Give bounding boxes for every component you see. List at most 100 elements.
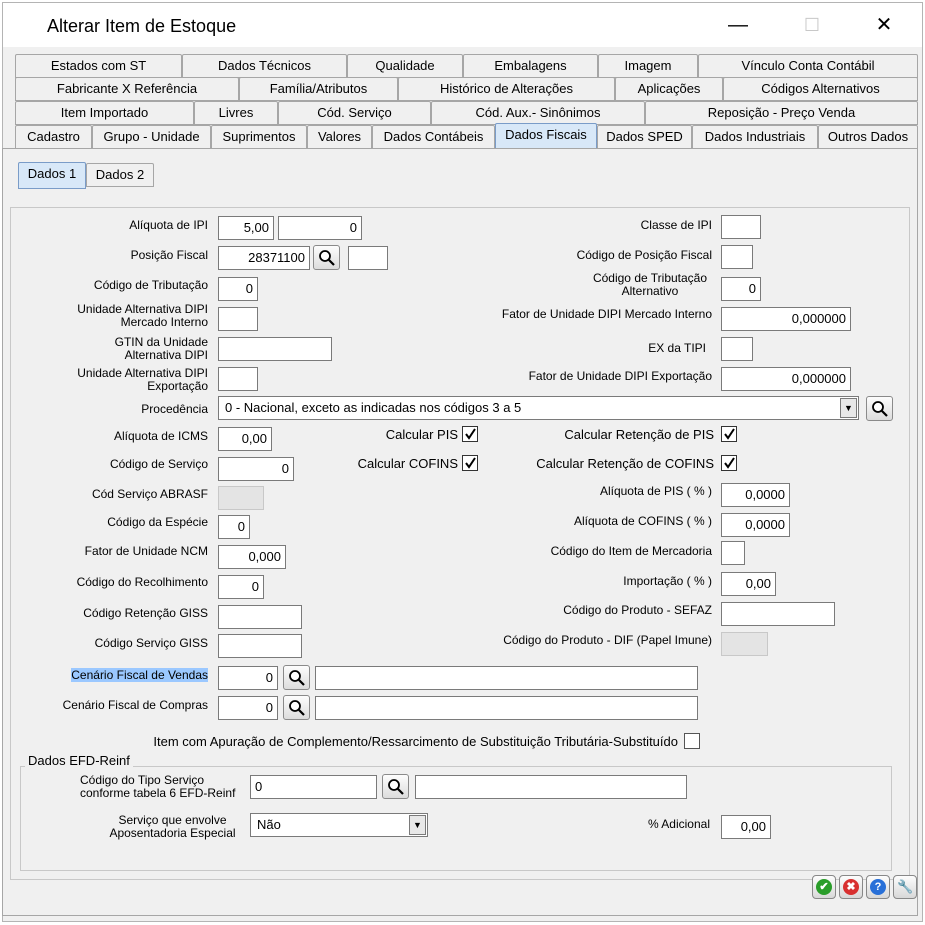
calcular-retencao-cofins-checkbox[interactable] xyxy=(721,455,737,471)
tab-cod-servico[interactable]: Cód. Serviço xyxy=(278,101,431,125)
procedencia-search-button[interactable] xyxy=(866,396,893,421)
codigo-tipo-servico-search-button[interactable] xyxy=(382,774,409,799)
codigo-servico-giss-field[interactable] xyxy=(218,634,302,658)
subtab-dados-1[interactable]: Dados 1 xyxy=(18,162,86,189)
codigo-tributacao-field[interactable]: 0 xyxy=(218,277,258,301)
ok-button[interactable]: ✔ xyxy=(812,875,836,899)
check-icon: ✔ xyxy=(816,879,832,895)
tools-button[interactable]: 🔧 xyxy=(893,875,917,899)
codigo-servico-field[interactable]: 0 xyxy=(218,457,294,481)
tab-codigos-alternativos[interactable]: Códigos Alternativos xyxy=(723,77,918,101)
tab-historico-alteracoes[interactable]: Histórico de Alterações xyxy=(398,77,615,101)
posicao-fiscal-extra-field[interactable] xyxy=(348,246,388,270)
fator-unidade-ncm-field[interactable]: 0,000 xyxy=(218,545,286,569)
codigo-produto-sefaz-field[interactable] xyxy=(721,602,835,626)
tab-dados-sped[interactable]: Dados SPED xyxy=(597,125,692,149)
aliquota-pis-field[interactable]: 0,0000 xyxy=(721,483,790,507)
window-title: Alterar Item de Estoque xyxy=(47,16,237,36)
adicional-field[interactable]: 0,00 xyxy=(721,815,771,839)
subtab-dados-2[interactable]: Dados 2 xyxy=(86,163,154,187)
cenario-compras-search-button[interactable] xyxy=(283,695,310,720)
cenario-compras-field[interactable]: 0 xyxy=(218,696,278,720)
cenario-vendas-field[interactable]: 0 xyxy=(218,666,278,690)
classe-ipi-label: Classe de IPI xyxy=(640,218,712,232)
cenario-vendas-search-button[interactable] xyxy=(283,665,310,690)
aliquota-ipi-field[interactable]: 5,00 xyxy=(218,216,274,240)
importacao-label: Importação ( % ) xyxy=(623,574,712,588)
ex-tipi-field[interactable] xyxy=(721,337,753,361)
servico-aposentadoria-select[interactable]: Não ▼ xyxy=(250,813,428,837)
cenario-compras-desc-field[interactable] xyxy=(315,696,698,720)
maximize-button: ☐ xyxy=(803,15,821,35)
search-icon xyxy=(319,250,335,266)
cenario-vendas-desc-field[interactable] xyxy=(315,666,698,690)
importacao-field[interactable]: 0,00 xyxy=(721,572,776,596)
cenario-vendas-label: Cenário Fiscal de Vendas xyxy=(68,668,208,682)
posicao-fiscal-field[interactable]: 28371100 xyxy=(218,246,310,270)
posicao-fiscal-search-button[interactable] xyxy=(313,245,340,270)
tab-dados-fiscais[interactable]: Dados Fiscais xyxy=(495,123,597,150)
checkmark-icon xyxy=(724,428,735,440)
minimize-button[interactable]: — xyxy=(715,7,761,43)
tab-outros-dados[interactable]: Outros Dados xyxy=(818,125,918,149)
search-icon xyxy=(872,401,888,417)
fator-unidade-ncm-label: Fator de Unidade NCM xyxy=(84,544,208,558)
tab-item-importado[interactable]: Item Importado xyxy=(15,101,194,125)
tab-vinculo-conta-contabil[interactable]: Vínculo Conta Contábil xyxy=(698,54,918,78)
tab-embalagens[interactable]: Embalagens xyxy=(463,54,598,78)
tab-grupo-unidade[interactable]: Grupo - Unidade xyxy=(92,125,211,149)
gtin-unidade-alt-field[interactable] xyxy=(218,337,332,361)
codigo-tributacao-alt-label: Código de Tributação Alternativo xyxy=(592,271,708,298)
codigo-tributacao-label: Código de Tributação xyxy=(93,278,208,292)
codigo-posicao-fiscal-field[interactable] xyxy=(721,245,753,269)
tab-dados-industriais[interactable]: Dados Industriais xyxy=(692,125,818,149)
cancel-button[interactable]: ✖ xyxy=(839,875,863,899)
codigo-item-mercadoria-field[interactable] xyxy=(721,541,745,565)
codigo-tributacao-alt-field[interactable]: 0 xyxy=(721,277,761,301)
calcular-cofins-checkbox[interactable] xyxy=(462,455,478,471)
fator-unidade-dipi-exp-field[interactable]: 0,000000 xyxy=(721,367,851,391)
fator-unidade-dipi-mi-field[interactable]: 0,000000 xyxy=(721,307,851,331)
gtin-unidade-alt-label: GTIN da Unidade Alternativa DIPI xyxy=(114,335,208,362)
close-button[interactable]: ✕ xyxy=(861,7,907,43)
tab-qualidade[interactable]: Qualidade xyxy=(347,54,463,78)
checkmark-icon xyxy=(724,457,735,469)
tab-familia-atributos[interactable]: Família/Atributos xyxy=(239,77,398,101)
tab-suprimentos[interactable]: Suprimentos xyxy=(211,125,307,149)
aliquota-icms-field[interactable]: 0,00 xyxy=(218,427,272,451)
aliquota-cofins-field[interactable]: 0,0000 xyxy=(721,513,790,537)
tab-dados-contabeis[interactable]: Dados Contábeis xyxy=(372,125,495,149)
tab-cadastro[interactable]: Cadastro xyxy=(15,125,92,149)
item-apuracao-checkbox[interactable] xyxy=(684,733,700,749)
tab-fabricante-referencia[interactable]: Fabricante X Referência xyxy=(15,77,239,101)
unidade-alt-dipi-mi-field[interactable] xyxy=(218,307,258,331)
tab-estados-com-st[interactable]: Estados com ST xyxy=(15,54,182,78)
help-button[interactable]: ? xyxy=(866,875,890,899)
codigo-tipo-servico-desc-field[interactable] xyxy=(415,775,687,799)
codigo-servico-giss-label: Código Serviço GISS xyxy=(94,636,208,650)
unidade-alt-dipi-exp-field[interactable] xyxy=(218,367,258,391)
codigo-retencao-giss-field[interactable] xyxy=(218,605,302,629)
codigo-item-mercadoria-label: Código do Item de Mercadoria xyxy=(550,544,712,558)
aliquota-ipi-field-2[interactable]: 0 xyxy=(278,216,362,240)
procedencia-select[interactable]: 0 - Nacional, exceto as indicadas nos có… xyxy=(218,396,859,420)
codigo-tipo-servico-field[interactable]: 0 xyxy=(250,775,377,799)
tab-dados-tecnicos[interactable]: Dados Técnicos xyxy=(182,54,347,78)
tab-valores[interactable]: Valores xyxy=(307,125,372,149)
search-icon xyxy=(388,779,404,795)
calcular-retencao-pis-checkbox[interactable] xyxy=(721,426,737,442)
tab-reposicao-preco-venda[interactable]: Reposição - Preço Venda xyxy=(645,101,918,125)
aliquota-pis-label: Alíquota de PIS ( % ) xyxy=(599,484,712,498)
cod-servico-abrasf-label: Cód Serviço ABRASF xyxy=(91,487,208,501)
codigo-recolhimento-field[interactable]: 0 xyxy=(218,575,264,599)
tab-livres[interactable]: Livres xyxy=(194,101,278,125)
tab-imagem[interactable]: Imagem xyxy=(598,54,698,78)
classe-ipi-field[interactable] xyxy=(721,215,761,239)
tab-aplicacoes[interactable]: Aplicações xyxy=(615,77,723,101)
tab-cod-aux-sinonimos[interactable]: Cód. Aux.- Sinônimos xyxy=(431,101,645,125)
wrench-icon: 🔧 xyxy=(897,879,914,894)
calcular-retencao-pis-label: Calcular Retenção de PIS xyxy=(564,427,714,442)
posicao-fiscal-label: Posição Fiscal xyxy=(130,248,208,262)
calcular-pis-checkbox[interactable] xyxy=(462,426,478,442)
codigo-especie-field[interactable]: 0 xyxy=(218,515,250,539)
